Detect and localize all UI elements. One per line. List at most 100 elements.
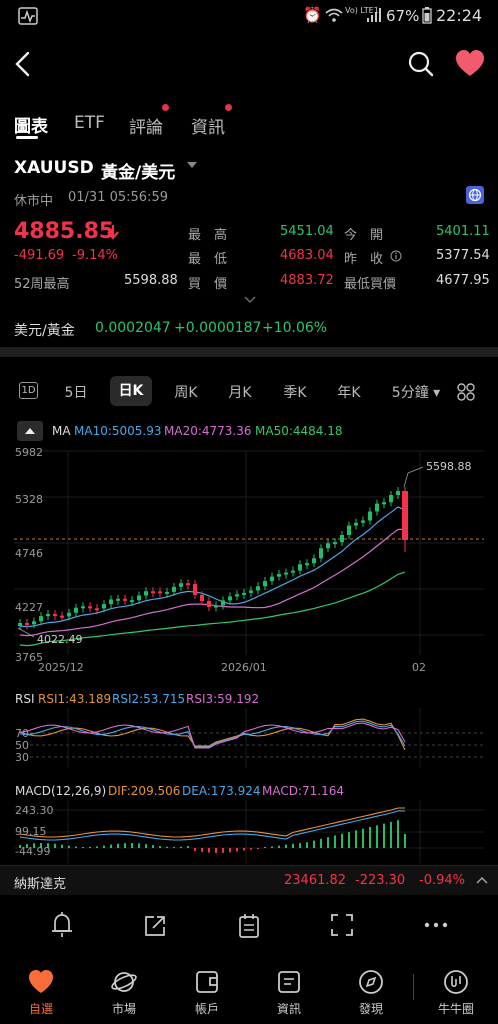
ticker-name: 納斯達克: [14, 877, 67, 892]
period-daily[interactable]: 日K: [110, 376, 152, 406]
candle: [305, 563, 309, 566]
expand-chevron-icon[interactable]: [244, 296, 256, 304]
instrument-symbol: XAUUSD: [14, 158, 94, 178]
nav-separator: [413, 974, 414, 1000]
open-label: 今 開: [344, 228, 384, 243]
candle: [46, 613, 50, 617]
prev-close-label: 昨 收: [344, 252, 384, 267]
macd-bar: [180, 846, 182, 848]
candle: [200, 595, 204, 601]
tab-news-dot: [225, 104, 232, 111]
x-tick-dec: 2025/12: [38, 661, 84, 674]
macd-bar: [222, 848, 224, 853]
share-icon[interactable]: [143, 914, 167, 938]
macd-y-top: 243.30: [15, 804, 54, 817]
y-tick-top: 5982: [15, 446, 43, 459]
index-ticker[interactable]: 納斯達克 23461.82 -223.30 -0.94%: [0, 865, 498, 895]
macd-bar: [397, 820, 399, 848]
search-icon[interactable]: [408, 50, 434, 78]
candle: [347, 525, 351, 535]
macd-bar: [271, 846, 273, 848]
nav-label-account: 帳戶: [194, 1002, 219, 1016]
macd-y-bottom: -44.99: [15, 845, 51, 858]
macd-bar: [61, 844, 63, 848]
tab-chart[interactable]: 圖表: [14, 112, 48, 137]
candle: [137, 595, 141, 601]
cross-change: +0.0000187: [174, 320, 262, 336]
cross-label[interactable]: 美元/黃金: [14, 320, 75, 340]
ma-label: MA: [52, 424, 71, 438]
period-yearly[interactable]: 年K: [331, 382, 367, 402]
info-icon[interactable]: [390, 250, 402, 262]
macd-bar: [257, 848, 259, 850]
more-icon[interactable]: [424, 922, 448, 928]
macd-bar: [306, 842, 308, 848]
macd-chart[interactable]: [0, 800, 498, 864]
low-label: 最 低: [188, 252, 228, 267]
macd-bar: [152, 845, 154, 848]
period-5min[interactable]: 5分鐘 ▾: [386, 382, 446, 402]
fullscreen-icon[interactable]: [331, 914, 353, 936]
rsi-chart[interactable]: [0, 708, 498, 768]
min-price-label: 4022.49: [37, 633, 83, 646]
macd-bar: [215, 848, 217, 853]
candle: [144, 591, 148, 596]
ma50-label: MA50:4484.18: [255, 424, 343, 438]
price-alert-icon[interactable]: [50, 912, 74, 938]
tab-news[interactable]: 資訊: [191, 113, 225, 138]
bull-circle-icon: [444, 970, 468, 994]
period-5d[interactable]: 5日: [58, 382, 94, 402]
notes-icon[interactable]: [237, 913, 261, 939]
period-weekly[interactable]: 周K: [168, 382, 204, 402]
macd-bar: [313, 840, 315, 848]
candle: [389, 495, 393, 503]
low-value: 4683.04: [280, 248, 334, 263]
grid-menu-icon[interactable]: [457, 383, 475, 401]
week52-high-label: 52周最高: [14, 277, 70, 292]
market-state: 休市中: [14, 194, 54, 209]
max-marker-line: [403, 472, 409, 488]
candle: [284, 572, 288, 575]
period-quarterly[interactable]: 季K: [277, 382, 313, 402]
candle: [172, 586, 176, 592]
rsi-line: [19, 720, 406, 748]
macd-bar: [138, 843, 140, 848]
candle: [60, 615, 64, 618]
candle: [130, 600, 134, 603]
candle: [186, 583, 190, 586]
period-1d[interactable]: 1D: [19, 382, 38, 399]
macd-bar: [299, 843, 301, 848]
macd-bar: [285, 844, 287, 848]
section-divider: [0, 347, 498, 357]
rsi3-label: RSI3:59.192: [186, 692, 260, 706]
ma20-line: [19, 528, 406, 637]
ticker-pct: -0.94%: [419, 873, 465, 888]
period-monthly[interactable]: 月K: [222, 382, 258, 402]
candle: [179, 583, 183, 587]
candle: [32, 621, 36, 625]
candle: [270, 576, 274, 582]
macd-bar: [236, 848, 238, 852]
macd-bar: [187, 846, 189, 848]
globe-icon[interactable]: [466, 186, 484, 204]
tab-comments[interactable]: 評論: [129, 113, 163, 138]
macd-bar: [390, 821, 392, 848]
macd-bar: [341, 833, 343, 848]
chevron-up-icon[interactable]: [476, 875, 488, 885]
last-price: 4885.85: [14, 219, 115, 244]
candle: [74, 607, 78, 613]
macd-bar: [131, 843, 133, 848]
back-icon[interactable]: [12, 50, 34, 78]
high-label: 最 高: [188, 228, 228, 243]
candle: [256, 586, 260, 591]
candle: [354, 522, 358, 526]
tab-etf[interactable]: ETF: [74, 113, 105, 133]
nav-label-watchlist: 自選: [28, 1002, 53, 1016]
collapse-indicators-button[interactable]: [17, 421, 43, 441]
rsi-title: RSI: [15, 692, 35, 706]
favorite-heart-icon[interactable]: [455, 50, 485, 78]
macd-bar: [201, 848, 203, 852]
chevron-down-icon[interactable]: [187, 162, 197, 168]
candle: [312, 558, 316, 564]
instrument-name[interactable]: 黃金/美元: [101, 158, 175, 183]
